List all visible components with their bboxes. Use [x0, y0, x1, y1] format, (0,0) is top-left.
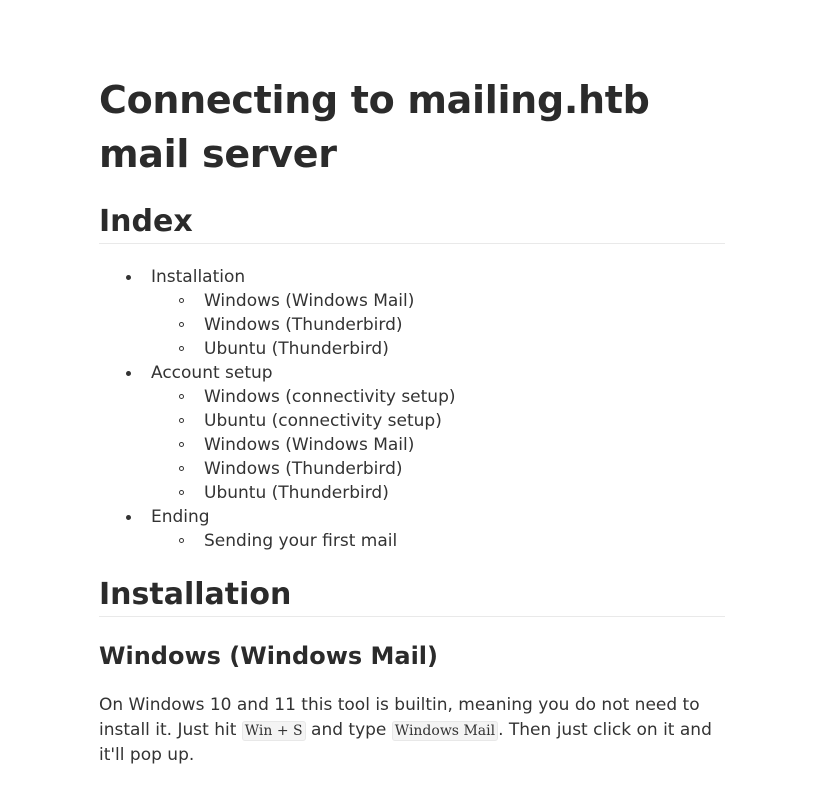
toc-item: Windows (Thunderbird)	[99, 457, 725, 481]
circle-bullet-icon	[179, 466, 184, 471]
toc-sublist: Windows (connectivity setup) Ubuntu (conn…	[99, 385, 725, 505]
circle-bullet-icon	[179, 394, 184, 399]
paragraph-text-2: and type	[305, 719, 392, 740]
circle-bullet-icon	[179, 490, 184, 495]
circle-bullet-icon	[179, 442, 184, 447]
toc-link[interactable]: Ubuntu (Thunderbird)	[204, 339, 389, 359]
app-name-code: Windows Mail	[391, 720, 499, 741]
toc-link[interactable]: Ending	[151, 507, 210, 527]
toc-item: Sending your first mail	[99, 529, 725, 553]
toc-section: Installation	[99, 265, 725, 289]
table-of-contents: Installation Windows (Windows Mail) Window…	[99, 265, 725, 553]
toc-link[interactable]: Sending your first mail	[204, 531, 397, 551]
toc-section: Account setup	[99, 361, 725, 385]
toc-item: Ubuntu (connectivity setup)	[99, 409, 725, 433]
toc-link[interactable]: Windows (connectivity setup)	[204, 387, 456, 407]
bullet-icon	[126, 275, 131, 280]
toc-item: Windows (Windows Mail)	[99, 433, 725, 457]
toc-item: Ubuntu (Thunderbird)	[99, 337, 725, 361]
index-heading: Index	[99, 202, 725, 244]
windows-mail-heading: Windows (Windows Mail)	[99, 642, 438, 670]
toc-item: Ubuntu (Thunderbird)	[99, 481, 725, 505]
toc-link[interactable]: Ubuntu (Thunderbird)	[204, 483, 389, 503]
toc-item: Windows (connectivity setup)	[99, 385, 725, 409]
circle-bullet-icon	[179, 538, 184, 543]
circle-bullet-icon	[179, 322, 184, 327]
toc-sublist: Sending your first mail	[99, 529, 725, 553]
circle-bullet-icon	[179, 346, 184, 351]
windows-mail-paragraph: On Windows 10 and 11 this tool is builti…	[99, 693, 725, 768]
toc-sublist: Windows (Windows Mail) Windows (Thunderbi…	[99, 289, 725, 361]
installation-heading: Installation	[99, 575, 725, 617]
toc-link[interactable]: Windows (Windows Mail)	[204, 291, 414, 311]
circle-bullet-icon	[179, 298, 184, 303]
toc-link[interactable]: Ubuntu (connectivity setup)	[204, 411, 442, 431]
circle-bullet-icon	[179, 418, 184, 423]
toc-link[interactable]: Windows (Thunderbird)	[204, 459, 403, 479]
shortcut-code: Win + S	[241, 720, 306, 741]
toc-link[interactable]: Windows (Windows Mail)	[204, 435, 414, 455]
toc-item: Windows (Thunderbird)	[99, 313, 725, 337]
bullet-icon	[126, 371, 131, 376]
toc-list: Installation Windows (Windows Mail) Window…	[99, 265, 725, 553]
toc-link[interactable]: Windows (Thunderbird)	[204, 315, 403, 335]
toc-link[interactable]: Account setup	[151, 363, 273, 383]
bullet-icon	[126, 515, 131, 520]
toc-section: Ending	[99, 505, 725, 529]
toc-link[interactable]: Installation	[151, 267, 245, 287]
page-title: Connecting to mailing.htb mail server	[99, 78, 650, 176]
toc-item: Windows (Windows Mail)	[99, 289, 725, 313]
